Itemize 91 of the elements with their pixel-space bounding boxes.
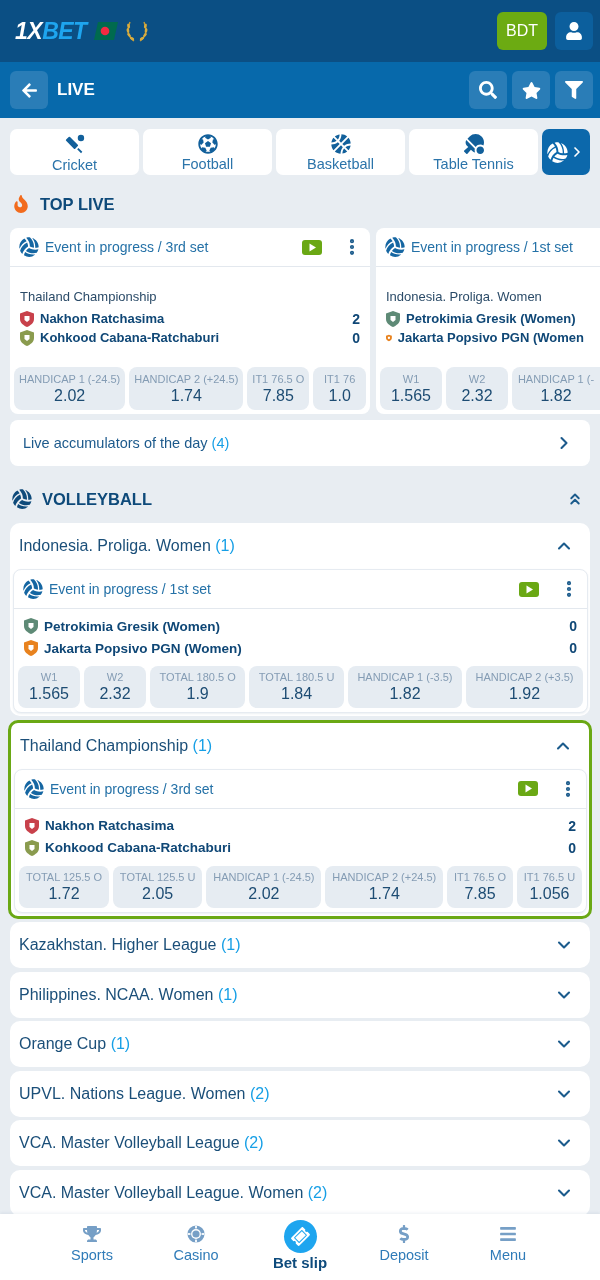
odds-button[interactable]: HANDICAP 1 (-24.5) 2.02 (206, 865, 322, 908)
team-name: Petrokimia Gresik (Women) (44, 618, 221, 634)
odds-button[interactable]: IT1 76.5 O 7.85 (247, 367, 310, 410)
league-header[interactable]: UPVL. Nations League. Women (2) (10, 1070, 590, 1117)
sport-tab[interactable]: Table Tennis (409, 129, 538, 175)
odds-button[interactable]: HANDICAP 2 (+3.5) 1.92 (466, 666, 583, 708)
team-name: Kohkood Cabana-Ratchaburi (40, 330, 220, 345)
odds-button[interactable]: IT1 76.5 U 1.056 (516, 865, 582, 908)
laurel-icon (124, 19, 149, 43)
section-title: TOP LIVE (40, 194, 115, 215)
profile-button[interactable] (555, 12, 593, 50)
bet-slip-button[interactable]: Bet slip (272, 1214, 328, 1271)
volleyball-icon (547, 141, 568, 163)
sport-tab[interactable]: Basketball (276, 129, 405, 175)
nav-item[interactable]: Sports (71, 1214, 113, 1263)
odds-button[interactable]: TOTAL 180.5 O 1.9 (150, 666, 246, 708)
menu-icon (499, 1225, 517, 1243)
play-icon[interactable] (519, 581, 539, 597)
fire-icon (12, 195, 30, 213)
user-icon (565, 22, 583, 40)
page-title: LIVE (57, 80, 95, 100)
odds-button[interactable]: HANDICAP 1 (-3.5) 1.82 (347, 666, 463, 708)
back-arrow-icon (20, 81, 38, 99)
volleyball-icon (24, 778, 44, 799)
team-name: Kohkood Cabana-Ratchaburi (45, 840, 231, 855)
league-name: Indonesia. Proliga. Women (386, 288, 543, 306)
event-status: Event in progress / 1st set (49, 581, 211, 597)
nav-item[interactable]: Menu (489, 1214, 527, 1263)
odds-button[interactable]: W1 1.565 (380, 367, 442, 410)
odds-button[interactable]: HANDICAP 2 (+24.5) 1.74 (325, 865, 444, 908)
sport-tab[interactable]: Cricket (10, 129, 139, 175)
football-icon (197, 134, 218, 154)
odds-button[interactable]: TOTAL 180.5 U 1.84 (249, 666, 344, 708)
back-button[interactable] (10, 71, 48, 109)
event-status: Event in progress / 3rd set (45, 239, 209, 255)
team-name: Petrokimia Gresik (Women) (406, 311, 576, 326)
team-name: Jakarta Popsivo PGN (Women) (44, 640, 242, 656)
team-score: 2 (352, 310, 360, 327)
team-score: 0 (352, 329, 360, 346)
more-sports-button[interactable] (542, 129, 590, 175)
volleyball-icon (385, 237, 405, 257)
event-status: Event in progress / 1st set (411, 239, 573, 255)
odds-button[interactable]: HANDICAP 1 (-24.5) 2.02 (14, 367, 126, 410)
flag-icon (93, 22, 118, 40)
team-score: 2 (568, 817, 576, 834)
nav-item[interactable]: Casino (173, 1214, 219, 1263)
league-header[interactable]: Philippines. NCAA. Women (1) (10, 971, 590, 1018)
team-score: 0 (569, 640, 577, 656)
nav-item[interactable]: Deposit (379, 1214, 429, 1263)
odds-button[interactable]: HANDICAP 1 (- 1.82 (512, 367, 600, 410)
team-name: Nakhon Ratchasima (45, 818, 175, 833)
team-score: 0 (568, 839, 576, 856)
search-button[interactable] (469, 71, 507, 109)
odds-button[interactable]: TOTAL 125.5 O 1.72 (19, 865, 109, 908)
odds-button[interactable]: TOTAL 125.5 U 2.05 (113, 865, 203, 908)
basketball-icon (330, 134, 351, 154)
cricket-bat-icon (63, 133, 86, 155)
odds-button[interactable]: W2 2.32 (84, 666, 146, 708)
league-header[interactable]: Kazakhstan. Higher League (1) (10, 922, 590, 968)
team-name: Jakarta Popsivo PGN (Women (397, 330, 584, 345)
event-status: Event in progress / 3rd set (50, 780, 214, 797)
volleyball-icon (12, 489, 32, 509)
volleyball-icon (19, 237, 39, 257)
play-icon[interactable] (302, 239, 322, 255)
filter-button[interactable] (555, 71, 593, 109)
play-icon[interactable] (518, 781, 538, 796)
trophy-icon (83, 1225, 101, 1243)
league-header[interactable]: Thailand Championship (1) (11, 722, 589, 769)
star-icon (521, 80, 541, 100)
league-header[interactable]: VCA. Master Volleyball League (2) (10, 1120, 590, 1166)
section-title: VOLLEYBALL (42, 489, 152, 510)
casino-chip-icon (187, 1225, 205, 1243)
league-header[interactable]: Indonesia. Proliga. Women (1) (10, 523, 590, 569)
favorites-button[interactable] (512, 71, 550, 109)
sport-tab[interactable]: Football (143, 129, 272, 175)
team-score: 0 (569, 618, 577, 634)
table-tennis-icon (463, 134, 484, 154)
filter-icon (565, 81, 583, 99)
team-name: Nakhon Ratchasima (40, 311, 165, 326)
accumulators-link[interactable]: Live accumulators of the day (4) (10, 420, 590, 466)
volleyball-icon (23, 579, 43, 599)
league-header[interactable]: Orange Cup (1) (10, 1021, 590, 1067)
odds-button[interactable]: W1 1.565 (18, 666, 80, 708)
league-name: Thailand Championship (20, 288, 158, 306)
ticket-icon (283, 1220, 317, 1253)
odds-button[interactable]: W2 2.32 (446, 367, 508, 410)
odds-button[interactable]: IT1 76 1.0 (313, 367, 366, 410)
search-icon (479, 81, 497, 99)
brand-logo: 1XBET (15, 17, 87, 45)
odds-button[interactable]: HANDICAP 2 (+24.5) 1.74 (129, 367, 244, 410)
odds-button[interactable]: IT1 76.5 O 7.85 (447, 865, 513, 908)
